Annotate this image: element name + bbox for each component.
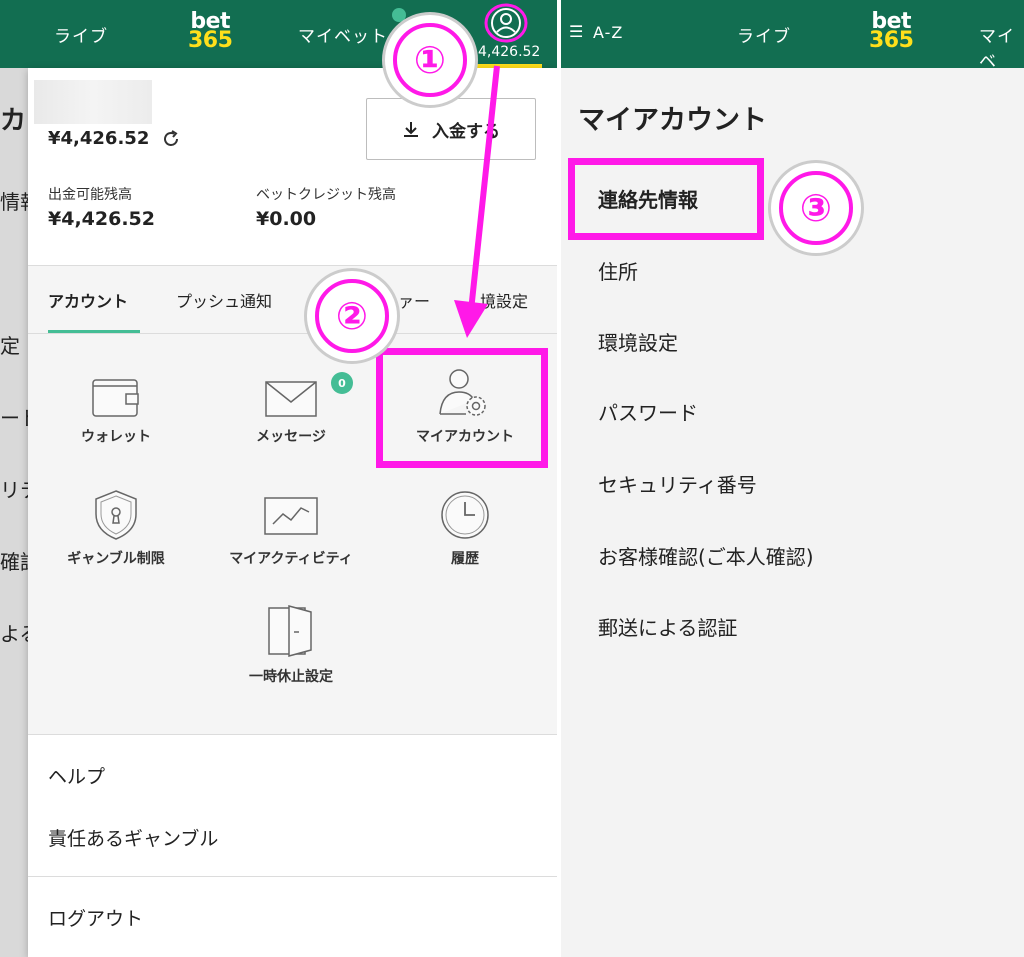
step-3-marker: ③ <box>768 160 864 256</box>
refresh-icon[interactable] <box>160 128 182 150</box>
highlight-my-account <box>376 348 548 468</box>
bet-credit-value: ¥0.00 <box>256 208 317 230</box>
step-1-marker: ① <box>382 12 478 108</box>
account-dropdown-panel: ¥4,426.52 入金する 出金可能残高 ¥4,426.52 ベットクレジット… <box>28 68 557 957</box>
menu-icon[interactable]: ☰ <box>569 22 584 41</box>
account-button[interactable] <box>482 3 530 43</box>
bg-text-3: 定 <box>0 334 20 358</box>
bet365-logo[interactable]: bet 365 <box>869 11 914 53</box>
wallet-icon <box>92 379 139 417</box>
nav-live[interactable]: ライブ <box>737 22 791 47</box>
shield-lock-icon <box>95 490 137 540</box>
right-screen: ☰ A-Z ライブ bet 365 マイベ マイアカウント 連絡先情報 住所 環… <box>561 0 1024 957</box>
tab-push-notifications[interactable]: プッシュ通知 <box>176 288 272 312</box>
divider <box>28 734 557 735</box>
divider <box>28 876 557 877</box>
step-3-label: ③ <box>779 171 853 245</box>
time-out-tile[interactable]: 一時休止設定 <box>211 602 371 686</box>
divider <box>28 333 557 334</box>
nav-live[interactable]: ライブ <box>54 22 108 47</box>
header-balance: 4,426.52 <box>478 44 541 60</box>
tab-account[interactable]: アカウント <box>48 288 128 312</box>
clock-icon <box>441 491 489 539</box>
history-label: 履歴 <box>451 551 479 567</box>
download-icon <box>404 122 418 137</box>
withdrawable-label: 出金可能残高 <box>48 187 132 203</box>
step-2-marker: ② <box>304 268 400 364</box>
help-link[interactable]: ヘルプ <box>48 762 105 789</box>
bet365-logo[interactable]: bet 365 <box>188 11 233 53</box>
message-count-badge: 0 <box>331 372 353 394</box>
wallet-label: ウォレット <box>81 429 151 445</box>
bet-credit-label: ベットクレジット残高 <box>256 187 396 203</box>
nav-my-bets[interactable]: マイベ <box>979 22 1024 72</box>
door-icon <box>268 605 312 657</box>
tab-offers[interactable]: ァー <box>398 288 430 312</box>
nav-a-z[interactable]: A-Z <box>593 23 623 42</box>
main-balance: ¥4,426.52 <box>48 128 150 149</box>
divider <box>28 265 557 266</box>
wallet-tile[interactable]: ウォレット <box>36 374 196 446</box>
highlight-contact-info <box>568 158 764 240</box>
activity-chart-icon <box>264 497 318 535</box>
envelope-icon <box>265 381 317 417</box>
top-nav-bar: ☰ A-Z ライブ bet 365 マイベ <box>561 0 1024 72</box>
menu-item-password[interactable]: パスワード <box>598 397 698 426</box>
page-title: マイアカウント <box>578 105 767 136</box>
gambling-limits-label: ギャンブル制限 <box>67 551 165 567</box>
user-account-icon <box>484 3 528 43</box>
step-2-label: ② <box>315 279 389 353</box>
tab-preferences[interactable]: 境設定 <box>480 288 528 312</box>
deposit-button[interactable]: 入金する <box>366 98 536 160</box>
logout-link[interactable]: ログアウト <box>48 904 143 931</box>
menu-item-security-number[interactable]: セキュリティ番号 <box>598 469 757 498</box>
time-out-label: 一時休止設定 <box>249 669 333 685</box>
menu-item-identity-verification[interactable]: お客様確認(ご本人確認) <box>598 541 814 570</box>
left-screen: ライブ bet 365 マイベット 4,426.52 カウ 情報 定 ード リテ… <box>0 0 557 957</box>
my-activity-tile[interactable]: マイアクティビティ <box>211 488 371 568</box>
history-tile[interactable]: 履歴 <box>385 488 545 568</box>
gambling-limits-tile[interactable]: ギャンブル制限 <box>36 488 196 568</box>
blurred-username <box>34 80 152 124</box>
messages-label: メッセージ <box>256 429 326 445</box>
menu-item-postal-verification[interactable]: 郵送による認証 <box>598 612 737 641</box>
nav-my-bets[interactable]: マイベット <box>298 22 388 47</box>
logo-text-bottom: 365 <box>869 28 914 53</box>
my-activity-label: マイアクティビティ <box>229 551 353 567</box>
step-1-label: ① <box>393 23 467 97</box>
menu-item-preferences[interactable]: 環境設定 <box>598 327 678 356</box>
deposit-label: 入金する <box>432 121 500 142</box>
responsible-gambling-link[interactable]: 責任あるギャンブル <box>48 824 218 851</box>
menu-item-address[interactable]: 住所 <box>598 256 638 285</box>
logo-text-bottom: 365 <box>188 28 233 53</box>
withdrawable-value: ¥4,426.52 <box>48 208 155 230</box>
